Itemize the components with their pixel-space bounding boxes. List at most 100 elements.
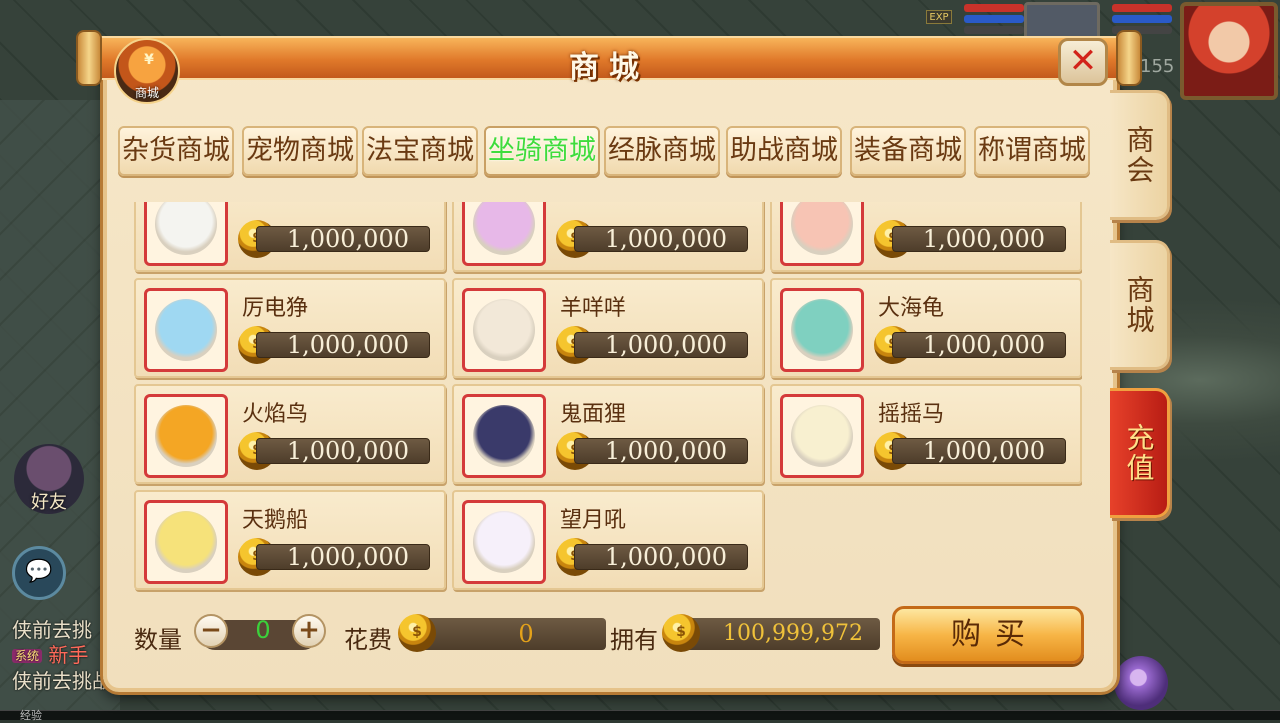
chat-line: 系统 新手 [12, 643, 112, 669]
mount-icon [144, 500, 228, 584]
item-card[interactable]: 望月吼 $ 1,000,000 [452, 490, 764, 590]
item-card[interactable]: 厉电狰 $ 1,000,000 [134, 278, 446, 378]
item-portrait [155, 202, 217, 255]
system-tag: 系统 [12, 649, 43, 663]
item-name: 天鹅船 [242, 508, 309, 533]
tab-title-store[interactable]: 称谓商城 [974, 126, 1090, 176]
plus-icon: + [298, 615, 320, 645]
quantity-label: 数量 [134, 626, 182, 654]
exp-tag: EXP [926, 10, 952, 24]
chat-line: 侠前去挑战 [12, 669, 112, 693]
tab-treasure-store[interactable]: 法宝商城 [362, 126, 478, 176]
item-name: 羊咩咩 [560, 296, 627, 321]
friends-label: 好友 [31, 492, 67, 513]
item-portrait [791, 202, 853, 255]
chat-button[interactable]: 💬 [12, 546, 66, 600]
item-card[interactable]: $ 1,000,000 [770, 202, 1082, 272]
tab-pet-store[interactable]: 宠物商城 [242, 126, 358, 176]
shop-badge-label: 商城 [134, 86, 159, 100]
player-level-text: 155 [1140, 56, 1175, 77]
mount-icon [780, 202, 864, 266]
item-price: 1,000,000 [574, 544, 748, 570]
mount-icon [462, 500, 546, 584]
mount-icon [144, 288, 228, 372]
owned-value: 100,999,972 [670, 618, 880, 650]
item-portrait [473, 202, 535, 255]
item-portrait [473, 299, 535, 361]
experience-bar: 经验 [0, 709, 1280, 722]
close-icon: ✕ [1068, 41, 1098, 81]
item-price: 1,000,000 [574, 332, 748, 358]
minus-icon: − [200, 615, 222, 645]
experience-label: 经验 [20, 709, 42, 722]
item-price: 1,000,000 [256, 332, 430, 358]
item-price: 1,000,000 [574, 438, 748, 464]
item-grid[interactable]: $ 1,000,000 $ 1,000,000 $ 1,000,000 厉电狰 … [130, 202, 1082, 594]
yuan-icon: ¥ [144, 52, 154, 68]
tab-mount-store[interactable]: 坐骑商城 [484, 126, 600, 176]
mount-icon [462, 202, 546, 266]
item-card[interactable]: 鬼面狸 $ 1,000,000 [452, 384, 764, 484]
item-portrait [791, 405, 853, 467]
chat-bubble-icon: 💬 [25, 559, 53, 584]
quantity-value[interactable]: 0 [226, 616, 300, 644]
side-tab-guild-shop[interactable]: 商会 [1110, 90, 1170, 220]
tab-general-store[interactable]: 杂货商城 [118, 126, 234, 176]
item-card[interactable]: 羊咩咩 $ 1,000,000 [452, 278, 764, 378]
item-portrait [155, 511, 217, 573]
gold-coin-icon: $ [398, 614, 436, 652]
dialog-title-bar: 商城 [76, 30, 1142, 86]
item-card[interactable]: 天鹅船 $ 1,000,000 [134, 490, 446, 590]
target-hp-bars [964, 4, 1024, 37]
chat-log: 侠前去挑 系统 新手 侠前去挑战 [12, 618, 112, 694]
category-tabs: 杂货商城 宠物商城 法宝商城 坐骑商城 经脉商城 助战商城 装备商城 称谓商城 [118, 126, 1092, 176]
tab-assist-store[interactable]: 助战商城 [726, 126, 842, 176]
mount-icon [144, 394, 228, 478]
item-price: 1,000,000 [892, 226, 1066, 252]
chat-line-text: 新手 [48, 643, 89, 667]
item-portrait [155, 299, 217, 361]
side-tab-recharge[interactable]: 充值 [1110, 388, 1170, 518]
decrease-quantity-button[interactable]: − [194, 614, 228, 648]
increase-quantity-button[interactable]: + [292, 614, 326, 648]
item-name: 望月吼 [560, 508, 627, 533]
mount-icon [462, 288, 546, 372]
shop-badge-icon: ¥ 商城 [114, 38, 180, 104]
item-card[interactable]: $ 1,000,000 [452, 202, 764, 272]
friends-button[interactable]: 好友 [14, 444, 84, 514]
item-portrait [473, 511, 535, 573]
buy-button[interactable]: 购买 [892, 606, 1084, 664]
mount-icon [780, 394, 864, 478]
item-portrait [155, 405, 217, 467]
chat-line: 侠前去挑 [12, 618, 92, 642]
item-price: 1,000,000 [574, 226, 748, 252]
mount-icon [462, 394, 546, 478]
item-name: 鬼面狸 [560, 402, 627, 427]
cost-value: 0 [416, 618, 606, 650]
item-price: 1,000,000 [892, 438, 1066, 464]
item-card[interactable]: 摇摇马 $ 1,000,000 [770, 384, 1082, 484]
dialog-title: 商城 [569, 50, 649, 85]
item-name: 厉电狰 [242, 296, 309, 321]
item-card[interactable]: 大海龟 $ 1,000,000 [770, 278, 1082, 378]
mount-icon [144, 202, 228, 266]
item-name: 摇摇马 [878, 402, 945, 427]
item-name: 大海龟 [878, 296, 945, 321]
item-price: 1,000,000 [256, 544, 430, 570]
player-avatar[interactable] [1180, 2, 1278, 100]
item-price: 1,000,000 [256, 226, 430, 252]
item-portrait [791, 299, 853, 361]
purchase-bar: 数量 − 0 + 花费 0 $ 拥有 100,999,972 $ 购买 [130, 604, 1090, 664]
item-name: 火焰鸟 [242, 402, 309, 427]
item-card[interactable]: 火焰鸟 $ 1,000,000 [134, 384, 446, 484]
owned-label: 拥有 [610, 626, 658, 654]
side-tab-mall[interactable]: 商城 [1110, 240, 1170, 370]
cost-label: 花费 [344, 626, 392, 654]
close-button[interactable]: ✕ [1058, 38, 1108, 86]
tab-meridian-store[interactable]: 经脉商城 [604, 126, 720, 176]
tab-equipment-store[interactable]: 装备商城 [850, 126, 966, 176]
spirit-orb-icon[interactable] [1114, 656, 1168, 710]
item-card[interactable]: $ 1,000,000 [134, 202, 446, 272]
item-portrait [473, 405, 535, 467]
gold-coin-icon: $ [662, 614, 700, 652]
